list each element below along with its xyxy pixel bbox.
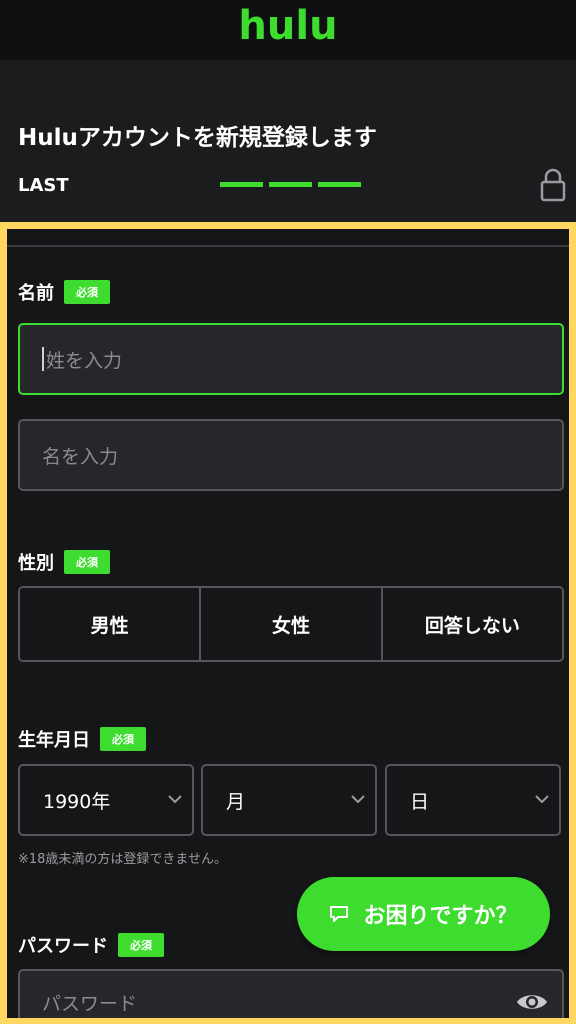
registration-header: Huluアカウントを新規登録します LAST xyxy=(0,60,576,222)
page-title: Huluアカウントを新規登録します xyxy=(18,125,377,151)
eye-icon[interactable] xyxy=(516,991,548,1013)
birthdate-label-text: 生年月日 xyxy=(18,730,90,751)
birth-year-value: 1990年 xyxy=(43,790,111,813)
chevron-down-icon xyxy=(535,795,549,804)
progress-step-3 xyxy=(318,182,361,187)
gender-option-male[interactable]: 男性 xyxy=(20,588,202,660)
required-badge: 必須 xyxy=(64,280,110,304)
progress-step-2 xyxy=(269,182,312,187)
step-label: LAST xyxy=(18,175,69,196)
gender-label: 性別 必須 xyxy=(18,549,110,575)
lock-icon xyxy=(540,168,566,202)
chevron-down-icon xyxy=(351,795,365,804)
first-name-input[interactable]: 名を入力 xyxy=(18,419,564,491)
name-label: 名前 必須 xyxy=(18,279,110,305)
password-label-text: パスワード xyxy=(18,936,108,957)
birth-month-value: 月 xyxy=(226,790,246,813)
text-caret xyxy=(42,347,44,371)
gender-option-no-answer[interactable]: 回答しない xyxy=(382,588,562,660)
name-label-text: 名前 xyxy=(18,283,54,304)
password-label: パスワード 必須 xyxy=(18,932,164,958)
first-name-placeholder: 名を入力 xyxy=(42,445,119,468)
gender-label-text: 性別 xyxy=(18,553,54,574)
required-badge: 必須 xyxy=(100,727,146,751)
gender-selector: 男性 女性 回答しない xyxy=(18,586,564,662)
last-name-placeholder: 姓を入力 xyxy=(46,349,123,372)
required-badge: 必須 xyxy=(64,550,110,574)
birth-day-select[interactable]: 日 xyxy=(385,764,561,836)
divider xyxy=(7,245,569,247)
birth-month-select[interactable]: 月 xyxy=(201,764,377,836)
top-bar: hulu xyxy=(0,0,576,60)
help-button[interactable]: お困りですか？ xyxy=(297,877,550,951)
chevron-down-icon xyxy=(168,795,182,804)
password-placeholder: パスワード xyxy=(42,993,138,1015)
password-input[interactable]: パスワード xyxy=(18,969,564,1018)
gender-option-female[interactable]: 女性 xyxy=(201,588,383,660)
age-restriction-note: ※18歳未満の方は登録できません。 xyxy=(18,852,228,867)
hulu-logo[interactable]: hulu xyxy=(238,6,337,46)
birth-year-select[interactable]: 1990年 xyxy=(18,764,194,836)
last-name-input[interactable]: 姓を入力 xyxy=(18,323,564,395)
progress-indicator xyxy=(220,182,361,187)
birth-day-value: 日 xyxy=(410,790,430,813)
required-badge: 必須 xyxy=(118,933,164,957)
progress-step-1 xyxy=(220,182,263,187)
birthdate-label: 生年月日 必須 xyxy=(18,726,146,752)
registration-form: 名前 必須 姓を入力 名を入力 性別 必須 男性 女性 回答しない 生年月日 必… xyxy=(0,222,576,1024)
chat-bubble-icon xyxy=(330,906,349,922)
help-button-label: お困りですか？ xyxy=(363,904,518,929)
